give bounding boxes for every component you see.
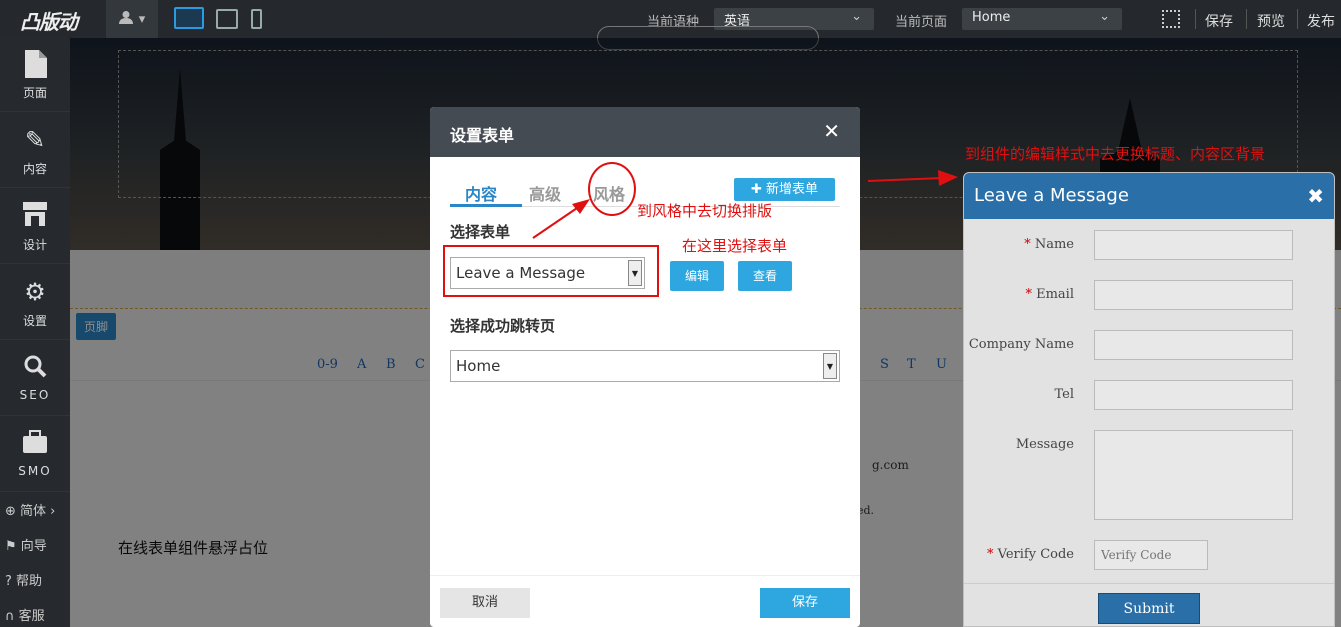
link-label: 客服 bbox=[18, 609, 45, 624]
close-icon[interactable]: ✖ bbox=[1307, 184, 1324, 208]
user-icon bbox=[118, 10, 133, 28]
field-label-email: * Email bbox=[1025, 287, 1074, 302]
divider bbox=[1297, 9, 1298, 29]
sidebar-item-label: SEO bbox=[19, 388, 51, 402]
footer-divider bbox=[964, 583, 1334, 584]
sidebar-item-label: 页面 bbox=[22, 86, 47, 100]
page-icon bbox=[21, 50, 49, 78]
sidebar-item-settings[interactable]: ⚙ 设置 bbox=[0, 266, 70, 340]
annotation-select-hint: 在这里选择表单 bbox=[682, 237, 788, 255]
chevron-down-icon: ⌄ bbox=[1099, 9, 1110, 24]
pencil-icon: ✎ bbox=[24, 126, 46, 154]
gear-icon: ⚙ bbox=[24, 278, 46, 306]
select-area-icon[interactable] bbox=[1162, 10, 1180, 28]
required-marker: * bbox=[1025, 287, 1037, 302]
required-marker: * bbox=[1024, 237, 1035, 252]
guide-link[interactable]: ⚑ 向导 bbox=[5, 535, 47, 554]
page-value: Home bbox=[972, 10, 1011, 25]
briefcase-icon bbox=[21, 430, 49, 458]
page-select[interactable]: Home ⌄ bbox=[962, 8, 1122, 30]
sidebar-item-label: 内容 bbox=[22, 162, 47, 176]
field-label-company: Company Name bbox=[968, 337, 1074, 352]
tablet-view-icon[interactable] bbox=[216, 9, 238, 29]
annotation-widget-hint: 到组件的编辑样式中去更换标题、内容区背景 bbox=[965, 145, 1266, 163]
help-link[interactable]: ? 帮助 bbox=[5, 570, 42, 589]
tab-underline bbox=[450, 204, 522, 207]
sidebar-item-label: 设置 bbox=[22, 314, 47, 328]
search-icon bbox=[21, 354, 49, 382]
verify-code-field[interactable] bbox=[1094, 540, 1208, 570]
publish-button[interactable]: 发布 bbox=[1307, 11, 1335, 31]
sidebar-item-smo[interactable]: SMO bbox=[0, 418, 70, 492]
question-icon: ? bbox=[5, 574, 12, 589]
chevron-down-icon: ▾ bbox=[138, 11, 146, 27]
field-label-text: Name bbox=[1034, 237, 1074, 252]
sidebar-item-content[interactable]: ✎ 内容 bbox=[0, 114, 70, 188]
dropdown-arrow-icon: ▼ bbox=[823, 353, 837, 379]
redirect-page-select[interactable]: Home ▼ bbox=[450, 350, 840, 382]
sidebar: 页面 ✎ 内容 设计 ⚙ 设置 SEO SMO ⊕ 简体 › ⚑ 向导 ? 帮助… bbox=[0, 38, 70, 627]
headset-icon: ∩ bbox=[5, 609, 15, 624]
support-link[interactable]: ∩ 客服 bbox=[5, 605, 45, 624]
highlight-box bbox=[443, 245, 659, 297]
field-label-tel: Tel bbox=[1054, 387, 1074, 402]
divider bbox=[1246, 9, 1247, 29]
edit-form-button[interactable]: 编辑 bbox=[670, 261, 724, 291]
field-label-text: Email bbox=[1036, 287, 1074, 302]
tab-content[interactable]: 内容 bbox=[465, 181, 497, 205]
highlight-circle bbox=[588, 162, 636, 216]
close-icon[interactable]: ✕ bbox=[823, 119, 840, 143]
link-label: 向导 bbox=[20, 539, 47, 554]
field-label-message: Message bbox=[1015, 437, 1074, 452]
redirect-page-value: Home bbox=[456, 357, 501, 375]
form-widget-title: Leave a Message bbox=[974, 185, 1129, 206]
select-form-label: 选择表单 bbox=[450, 223, 511, 241]
chevron-down-icon: ⌄ bbox=[851, 9, 862, 24]
save-form-button[interactable]: 保存 bbox=[760, 588, 850, 618]
flag-icon: ⚑ bbox=[5, 539, 17, 554]
message-field[interactable] bbox=[1094, 430, 1293, 520]
link-label: 帮助 bbox=[16, 574, 43, 589]
sidebar-item-seo[interactable]: SEO bbox=[0, 342, 70, 416]
save-button[interactable]: 保存 bbox=[1205, 11, 1233, 31]
sidebar-item-label: SMO bbox=[18, 464, 52, 478]
tab-advanced[interactable]: 高级 bbox=[529, 181, 561, 205]
form-settings-dialog: 设置表单 ✕ 内容 高级 风格 ✚ 新增表单 选择表单 Leave a Mess… bbox=[430, 107, 860, 627]
link-label: 简体 › bbox=[20, 504, 56, 519]
language-switch-link[interactable]: ⊕ 简体 › bbox=[5, 500, 55, 519]
add-form-label: 新增表单 bbox=[766, 182, 819, 197]
annotation-style-hint: 到风格中去切换排版 bbox=[637, 202, 773, 220]
plus-icon: ✚ bbox=[750, 182, 762, 197]
submit-button[interactable]: Submit bbox=[1098, 593, 1200, 624]
form-widget-preview: Leave a Message ✖ * Name * Email Company… bbox=[963, 172, 1335, 627]
tel-field[interactable] bbox=[1094, 380, 1293, 410]
field-label-verify: * Verify Code bbox=[987, 547, 1074, 562]
store-icon bbox=[21, 202, 49, 230]
dialog-title: 设置表单 bbox=[450, 126, 515, 145]
add-form-button[interactable]: ✚ 新增表单 bbox=[734, 178, 835, 201]
divider bbox=[1195, 9, 1196, 29]
field-label-name: * Name bbox=[1024, 237, 1074, 252]
required-marker: * bbox=[987, 547, 998, 562]
field-label-text: Verify Code bbox=[997, 547, 1074, 562]
mobile-view-icon[interactable] bbox=[251, 9, 262, 29]
name-field[interactable] bbox=[1094, 230, 1293, 260]
globe-icon: ⊕ bbox=[5, 504, 16, 519]
view-form-button[interactable]: 查看 bbox=[738, 261, 792, 291]
email-field[interactable] bbox=[1094, 280, 1293, 310]
sidebar-item-page[interactable]: 页面 bbox=[0, 38, 70, 112]
cancel-button[interactable]: 取消 bbox=[440, 588, 530, 618]
page-label: 当前页面 bbox=[895, 15, 948, 30]
sidebar-item-label: 设计 bbox=[22, 238, 47, 252]
preview-button[interactable]: 预览 bbox=[1257, 11, 1285, 31]
redirect-page-label: 选择成功跳转页 bbox=[450, 317, 556, 335]
user-menu-button[interactable]: ▾ bbox=[106, 0, 158, 38]
dialog-footer: 取消 保存 bbox=[430, 575, 860, 627]
company-name-field[interactable] bbox=[1094, 330, 1293, 360]
desktop-view-icon[interactable] bbox=[174, 7, 204, 29]
logo: 凸版动 bbox=[20, 10, 78, 34]
sidebar-item-design[interactable]: 设计 bbox=[0, 190, 70, 264]
